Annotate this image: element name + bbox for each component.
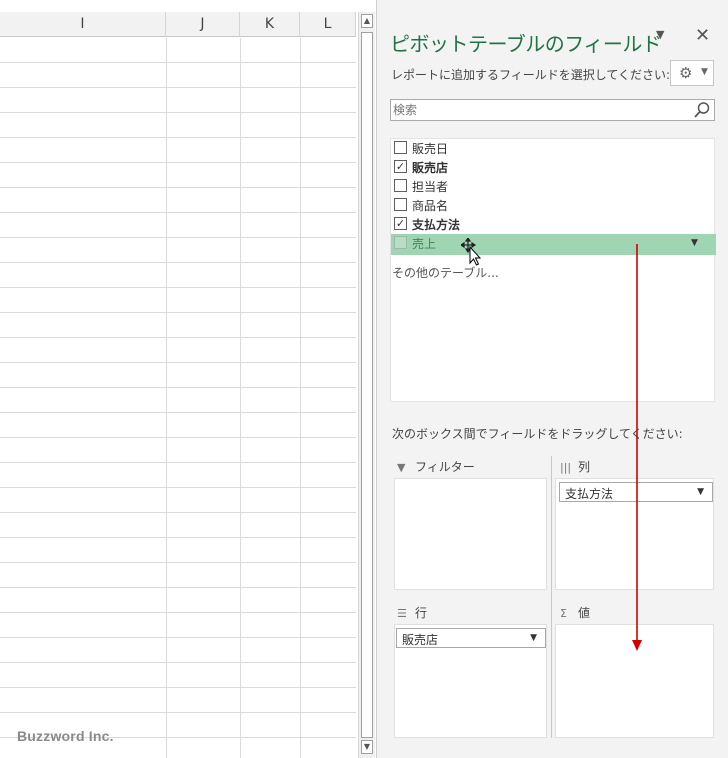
grid-row-line — [0, 712, 356, 713]
more-tables-link[interactable]: その他のテーブル... — [392, 264, 499, 281]
gear-icon: ⚙ — [679, 64, 693, 82]
grid-row-line — [0, 137, 356, 138]
scroll-down-icon[interactable]: ▼ — [361, 740, 373, 754]
chevron-down-icon[interactable]: ▼ — [530, 633, 537, 643]
grid-row-line — [0, 162, 356, 163]
area-divider — [551, 456, 552, 738]
field-item-product[interactable]: 商品名 — [391, 196, 716, 215]
filter-icon: ▼ — [397, 461, 406, 474]
pivot-fields-pane: ピボットテーブルのフィールド ▼ ✕ レポートに追加するフィールドを選択してくだ… — [376, 0, 728, 758]
field-item-store[interactable]: ✓ 販売店 — [391, 158, 716, 177]
pane-options-chevron-icon[interactable]: ▼ — [656, 28, 664, 41]
field-label: 支払方法 — [412, 218, 461, 232]
grid-row-line — [0, 262, 356, 263]
grid-column-line — [240, 38, 241, 758]
checkbox[interactable] — [394, 198, 407, 211]
grid-row-line — [0, 312, 356, 313]
grid-row-line — [0, 437, 356, 438]
spreadsheet[interactable]: I J K L Buzzword Inc. — [0, 0, 358, 758]
grid-row-line — [0, 537, 356, 538]
column-header-i[interactable]: I — [0, 12, 166, 37]
filter-area-label: ▼ フィルター — [397, 460, 475, 474]
grid-row-line — [0, 637, 356, 638]
grid-row-line — [0, 62, 356, 63]
grid-row-line — [0, 387, 356, 388]
field-label: 担当者 — [412, 180, 449, 194]
rows-area-label: ☰ 行 — [397, 606, 428, 620]
columns-area-label: ||| 列 — [560, 460, 591, 474]
field-item-sales[interactable]: 売上 ▼ — [391, 234, 716, 255]
rows-icon: ☰ — [397, 607, 407, 620]
field-list: 販売日 ✓ 販売店 担当者 商品名 ✓ 支払方法 売上 ▼ その他のテーブル..… — [390, 138, 716, 402]
search-icon[interactable] — [693, 101, 711, 119]
scroll-thumb[interactable] — [361, 32, 373, 738]
row-field-store[interactable]: 販売店 ▼ — [396, 628, 546, 648]
field-label: 販売店 — [412, 161, 449, 175]
columns-icon: ||| — [560, 461, 572, 474]
field-label: 売上 — [412, 237, 437, 251]
grid-row-line — [0, 612, 356, 613]
tools-button[interactable]: ⚙ ▼ — [670, 60, 714, 86]
grid-row-line — [0, 587, 356, 588]
grid-column-line — [300, 38, 301, 758]
grid-row-line — [0, 237, 356, 238]
grid-row-line — [0, 512, 356, 513]
move-cursor-icon — [461, 238, 481, 266]
chevron-down-icon[interactable]: ▼ — [697, 487, 704, 497]
grid-row-line — [0, 562, 356, 563]
pane-title: ピボットテーブルのフィールド — [390, 32, 662, 56]
column-header-j[interactable]: J — [166, 12, 240, 37]
chevron-down-icon[interactable]: ▼ — [691, 238, 698, 248]
checkbox[interactable] — [394, 179, 407, 192]
field-item-payment-method[interactable]: ✓ 支払方法 — [391, 215, 716, 234]
watermark: Buzzword Inc. — [17, 728, 114, 744]
grid-row-line — [0, 337, 356, 338]
grid-row-line — [0, 187, 356, 188]
chevron-down-icon: ▼ — [701, 67, 708, 77]
values-area-label: Σ値 — [560, 606, 591, 620]
grid-row-line — [0, 112, 356, 113]
grid-row-line — [0, 87, 356, 88]
column-header-k[interactable]: K — [240, 12, 300, 37]
field-item-sale-date[interactable]: 販売日 — [391, 139, 716, 158]
checkbox[interactable]: ✓ — [394, 160, 407, 173]
rows-area[interactable]: 販売店 ▼ — [394, 624, 547, 738]
checkbox[interactable]: ✓ — [394, 217, 407, 230]
column-header-l[interactable]: L — [300, 12, 356, 37]
grid-column-line — [166, 38, 167, 758]
grid-row-line — [0, 662, 356, 663]
field-item-staff[interactable]: 担当者 — [391, 177, 716, 196]
checkbox[interactable] — [394, 236, 407, 249]
grid-row-line — [0, 687, 356, 688]
grid-row-line — [0, 212, 356, 213]
grid-row-line — [0, 487, 356, 488]
close-icon[interactable]: ✕ — [695, 25, 710, 46]
vertical-scrollbar[interactable]: ▲ ▼ — [358, 12, 375, 758]
cell-grid[interactable] — [0, 38, 356, 758]
column-header-bar: I J K L — [0, 12, 356, 37]
drag-arrow-annotation — [632, 244, 642, 651]
checkbox[interactable] — [394, 141, 407, 154]
grid-row-line — [0, 287, 356, 288]
pane-subtitle: レポートに追加するフィールドを選択してください: — [391, 68, 671, 82]
sigma-icon: Σ — [560, 607, 567, 620]
grid-row-line — [0, 462, 356, 463]
grid-row-line — [0, 412, 356, 413]
search-field[interactable] — [390, 99, 715, 121]
scroll-up-icon[interactable]: ▲ — [361, 14, 373, 28]
grid-row-line — [0, 362, 356, 363]
filter-area[interactable] — [394, 478, 547, 590]
field-label: 商品名 — [412, 199, 449, 213]
search-input[interactable] — [393, 102, 683, 118]
field-label: 販売日 — [412, 142, 449, 156]
